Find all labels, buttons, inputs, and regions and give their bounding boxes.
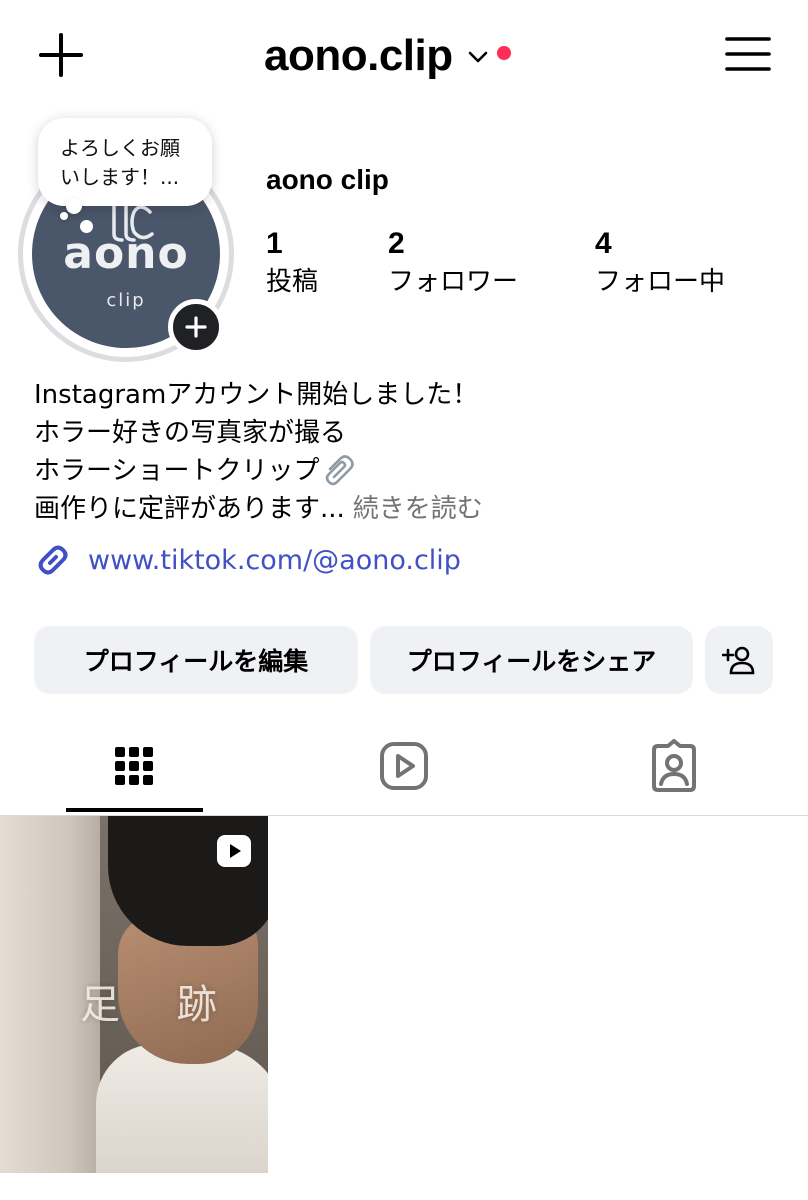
profile-tabs	[0, 716, 808, 816]
plus-icon	[185, 316, 207, 338]
bio-line: Instagramアカウント開始しました！	[34, 376, 794, 414]
read-more-link[interactable]: 続きを読む	[353, 490, 483, 528]
notification-dot	[496, 46, 511, 60]
bio-line: ホラー好きの写真家が撮る	[34, 414, 794, 452]
post-thumbnail[interactable]: 足 跡	[0, 816, 268, 1173]
tagged-icon	[652, 739, 696, 792]
display-name: aono clip	[266, 164, 389, 195]
avatar-logo-text: aono	[63, 228, 189, 279]
add-story-button[interactable]	[168, 299, 224, 355]
account-switcher[interactable]: aono.clip	[264, 26, 511, 86]
post-overlay-text: 足 跡	[80, 982, 239, 1028]
following-count: 4	[595, 227, 612, 260]
profile-note[interactable]: よろしくお願 いします！...	[38, 118, 212, 206]
tab-tagged[interactable]	[646, 738, 702, 794]
profile-link[interactable]: www.tiktok.com/@aono.clip	[34, 540, 461, 580]
note-line-2: いします！...	[60, 165, 180, 189]
posts-stat[interactable]: 1 投稿	[266, 226, 318, 302]
followers-stat[interactable]: 2 フォロワー	[388, 226, 518, 302]
profile-bio: Instagramアカウント開始しました！ ホラー好きの写真家が撮る ホラーショ…	[34, 376, 794, 528]
posts-label: 投稿	[266, 267, 319, 297]
bio-line: ホラーショートクリップ	[34, 452, 794, 490]
posts-count: 1	[266, 227, 283, 260]
edit-profile-button[interactable]: プロフィールを編集	[34, 626, 358, 694]
followers-count: 2	[388, 227, 405, 260]
active-tab-indicator	[66, 808, 203, 812]
top-bar: aono.clip	[0, 0, 808, 110]
reels-icon	[380, 742, 428, 790]
menu-button[interactable]	[724, 34, 772, 74]
bio-line: 画作りに定評があります... 続きを読む	[34, 490, 794, 528]
add-person-icon	[722, 646, 755, 675]
link-icon	[38, 545, 68, 575]
tab-reels[interactable]	[376, 738, 432, 794]
note-line-1: よろしくお願	[60, 136, 180, 160]
paperclip-icon	[326, 455, 355, 486]
following-stat[interactable]: 4 フォロー中	[595, 226, 725, 302]
following-label: フォロー中	[595, 267, 726, 297]
share-profile-button[interactable]: プロフィールをシェア	[370, 626, 693, 694]
plus-icon	[39, 33, 83, 77]
note-tail-small	[60, 212, 68, 220]
bio-line-4: 画作りに定評があります...	[34, 494, 345, 524]
chevron-down-icon	[468, 51, 487, 63]
hamburger-menu-icon	[725, 37, 771, 71]
reel-badge-icon	[217, 835, 251, 867]
followers-label: フォロワー	[388, 267, 519, 297]
profile-link-text[interactable]: www.tiktok.com/@aono.clip	[88, 545, 461, 576]
bio-line-2: ホラー好きの写真家が撮る	[34, 418, 347, 448]
note-tail	[66, 198, 82, 214]
bio-line-1: Instagramアカウント開始しました！	[34, 380, 479, 410]
create-post-button[interactable]	[38, 32, 84, 78]
tab-grid[interactable]	[106, 738, 162, 794]
page-title: aono.clip	[264, 31, 453, 80]
grid-icon	[115, 747, 153, 785]
discover-people-button[interactable]	[705, 626, 773, 694]
bio-line-3: ホラーショートクリップ	[34, 456, 320, 486]
